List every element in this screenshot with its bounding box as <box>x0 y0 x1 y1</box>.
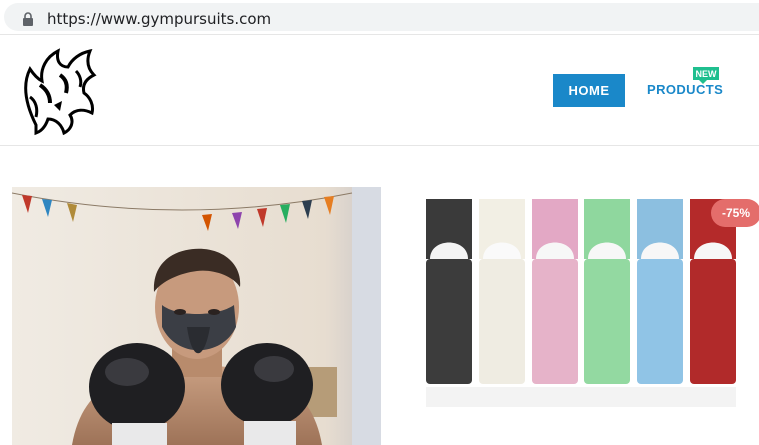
product-image-boxer[interactable] <box>12 187 381 445</box>
nav-products-link[interactable]: PRODUCTS <box>647 82 723 97</box>
url-text: https://www.gympursuits.com <box>47 10 272 28</box>
new-badge: NEW <box>693 67 719 84</box>
bottle-white <box>479 199 525 384</box>
boxer-photo <box>12 187 381 445</box>
bottle-green <box>584 199 630 384</box>
nav-home-button[interactable]: HOME <box>553 74 625 107</box>
discount-badge: -75% <box>711 199 759 227</box>
lock-icon <box>23 12 33 26</box>
bottle-pink <box>532 199 578 384</box>
product-image-bottles[interactable] <box>418 187 759 445</box>
bottle-blue <box>637 199 683 384</box>
bottles-photo <box>426 199 736 407</box>
browser-address-bar: https://www.gympursuits.com <box>0 0 759 34</box>
bottle-black <box>426 199 472 384</box>
site-header: HOME NEW PRODUCTS <box>0 34 759 146</box>
wolf-logo[interactable] <box>16 45 100 137</box>
url-field[interactable]: https://www.gympursuits.com <box>4 3 759 31</box>
